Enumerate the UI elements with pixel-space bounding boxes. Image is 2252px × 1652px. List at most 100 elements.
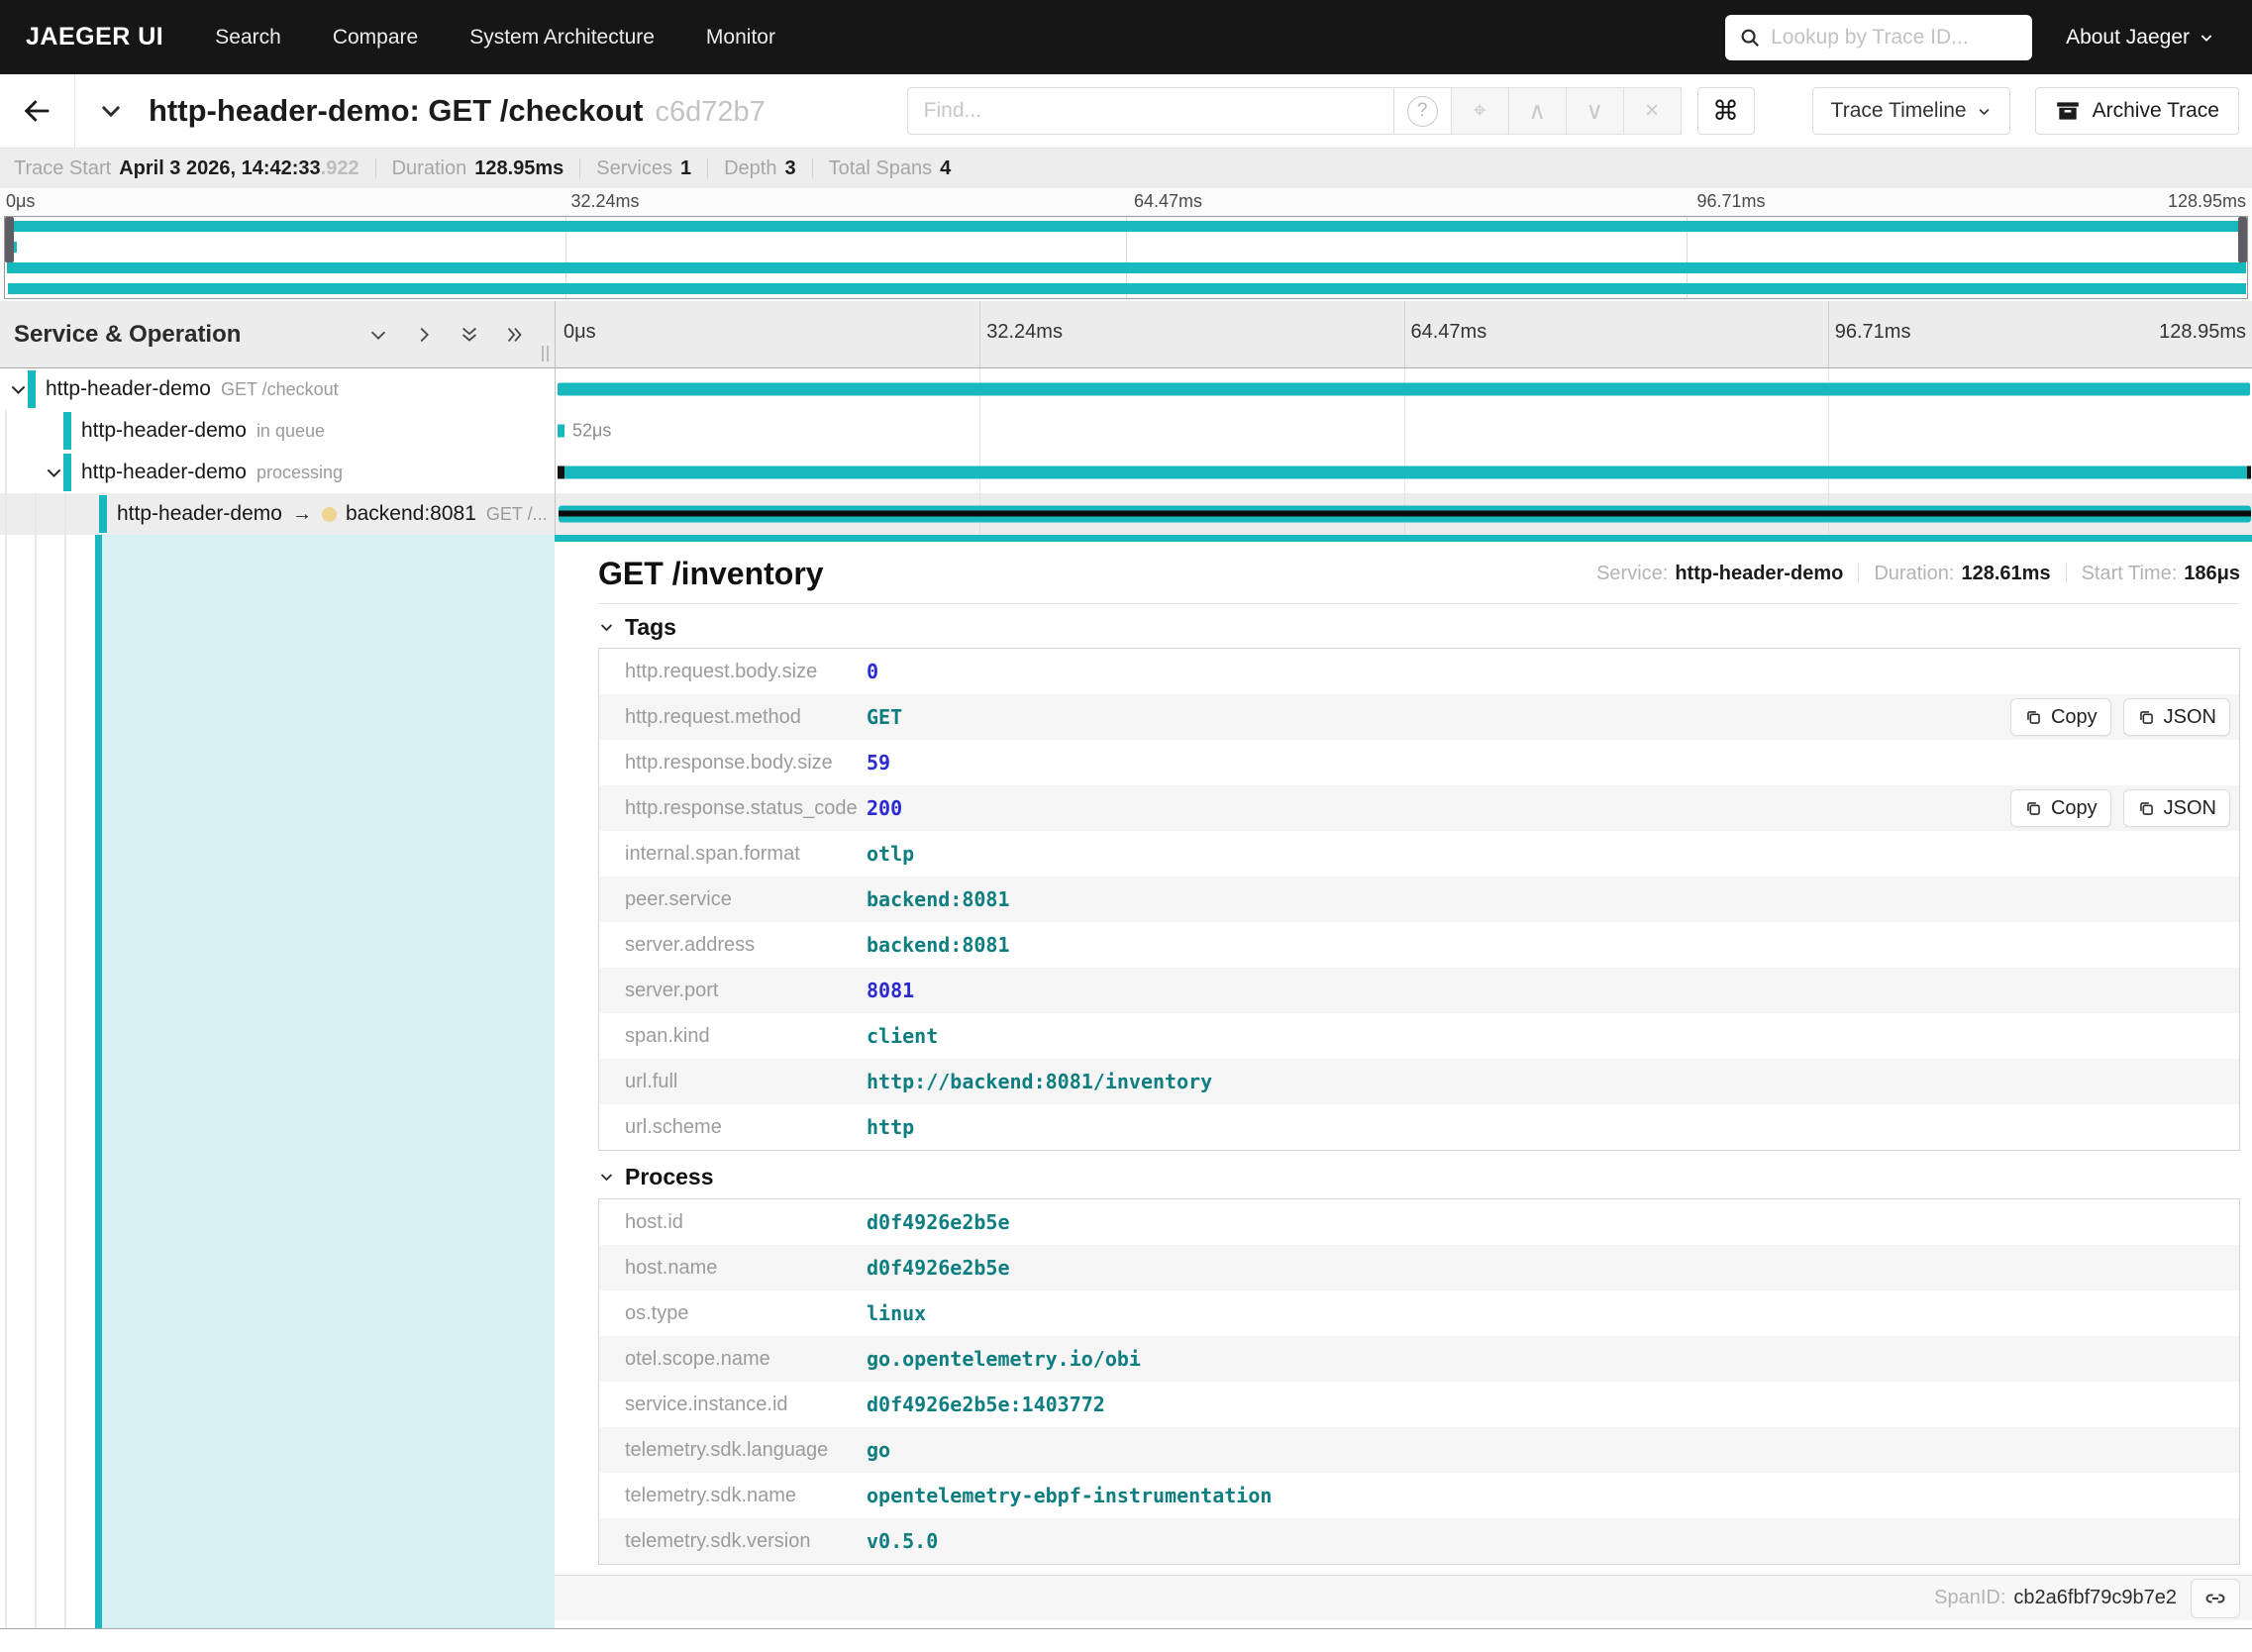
kv-key: url.scheme — [625, 1115, 722, 1138]
minimap-span-bar — [8, 283, 2246, 294]
span-service-name: http-header-demo — [46, 377, 211, 400]
minimap-left-scrubber[interactable] — [5, 217, 14, 262]
kv-key: url.full — [625, 1070, 678, 1092]
chevron-down-icon — [1977, 104, 1992, 119]
kv-key: http.response.status_code — [625, 796, 858, 819]
collapse-all-icon[interactable] — [459, 324, 480, 346]
kv-key: host.name — [625, 1256, 718, 1279]
span-bar[interactable] — [557, 424, 564, 438]
copy-value-button[interactable]: Copy — [2009, 789, 2111, 827]
detail-start-label: Start Time: — [2081, 562, 2178, 584]
minimap-right-scrubber[interactable] — [2238, 217, 2247, 262]
keyboard-shortcuts-button[interactable]: ⌘ — [1696, 87, 1755, 135]
kv-row: span.kind client — [599, 1013, 2239, 1059]
kv-row: server.address backend:8081 — [599, 922, 2239, 968]
trace-id-lookup[interactable] — [1725, 14, 2033, 60]
minimap-canvas[interactable] — [4, 216, 2248, 299]
span-row-in-queue[interactable]: http-header-demo in queue 52μs — [0, 410, 2252, 452]
archive-trace-button[interactable]: Archive Trace — [2034, 87, 2239, 135]
kv-row: host.name d0f4926e2b5e — [599, 1245, 2239, 1291]
process-section-toggle[interactable]: Process — [598, 1161, 2240, 1192]
copy-icon — [2137, 708, 2156, 727]
span-service-name: http-header-demo — [81, 461, 247, 483]
kv-value: client — [867, 1024, 939, 1048]
peer-service-dot — [321, 506, 337, 522]
chevron-down-icon: ∨ — [1586, 97, 1603, 125]
kv-row: service.instance.id d0f4926e2b5e:1403772 — [599, 1382, 2239, 1427]
find-input[interactable] — [906, 87, 1394, 135]
span-row-backend-get[interactable]: http-header-demo → backend:8081 GET /... — [0, 493, 2252, 535]
copy-icon — [2024, 799, 2043, 818]
trace-id-short: c6d72b7 — [655, 96, 766, 128]
kv-row-actions: Copy JSON — [2009, 789, 2230, 827]
trace-view-label: Trace Timeline — [1830, 99, 1967, 122]
span-bar[interactable] — [557, 465, 2252, 479]
span-detail-left-rail — [0, 535, 555, 1628]
minimap-tick: 0μs — [6, 191, 36, 211]
expand-one-icon[interactable] — [413, 324, 435, 346]
next-match-button[interactable]: ∨ — [1566, 87, 1624, 135]
selected-span-bar[interactable] — [558, 505, 2252, 523]
selected-span-highlight-column[interactable] — [102, 535, 555, 1628]
prev-match-button[interactable]: ∧ — [1508, 87, 1567, 135]
span-collapse-icon[interactable] — [44, 463, 64, 483]
help-icon: ? — [1406, 95, 1438, 127]
nav-item-search[interactable]: Search — [215, 26, 281, 50]
kv-key: http.request.method — [625, 705, 801, 728]
archive-trace-label: Archive Trace — [2092, 99, 2219, 122]
minimap-tick: 96.71ms — [1696, 191, 1766, 211]
span-bar[interactable] — [557, 382, 2251, 396]
command-icon: ⌘ — [1712, 95, 1740, 126]
kv-value: backend:8081 — [867, 933, 1010, 957]
kv-key: peer.service — [625, 887, 732, 910]
expand-all-icon[interactable] — [504, 324, 526, 346]
kv-value: d0f4926e2b5e:1403772 — [867, 1393, 1105, 1416]
nav-item-compare[interactable]: Compare — [333, 26, 418, 50]
chevron-down-icon — [2199, 30, 2214, 46]
span-operation-name: GET /... — [485, 503, 548, 524]
kv-value: 59 — [867, 751, 891, 774]
copy-value-button[interactable]: Copy — [2009, 698, 2111, 736]
about-jaeger-menu[interactable]: About Jaeger — [2066, 26, 2214, 50]
axis-tick: 96.71ms — [1834, 321, 1911, 343]
trace-minimap: 0μs 32.24ms 64.47ms 96.71ms 128.95ms — [0, 188, 2252, 301]
kv-key: server.address — [625, 933, 756, 956]
duration-value: 128.95ms — [474, 156, 564, 179]
kv-value: go.opentelemetry.io/obi — [867, 1347, 1141, 1371]
focus-match-button[interactable]: ⌖ — [1451, 87, 1509, 135]
kv-row: telemetry.sdk.version v0.5.0 — [599, 1518, 2239, 1564]
kv-key: service.instance.id — [625, 1393, 788, 1415]
span-collapse-icon[interactable] — [8, 379, 29, 400]
span-detail-panel: GET /inventory Service: http-header-demo… — [555, 535, 2252, 1628]
minimap-span-bar — [7, 262, 2246, 273]
span-peer-name: backend:8081 — [345, 502, 476, 525]
depth-label: Depth — [724, 156, 777, 179]
trace-collapse-toggle[interactable] — [97, 97, 125, 125]
tags-section-toggle[interactable]: Tags — [598, 612, 2240, 642]
nav-item-system-architecture[interactable]: System Architecture — [469, 26, 655, 50]
minimap-span-bar — [7, 221, 2245, 232]
services-value: 1 — [679, 156, 692, 179]
trace-view-select[interactable]: Trace Timeline — [1811, 87, 2010, 135]
kv-row: peer.service backend:8081 — [599, 877, 2239, 922]
collapse-one-icon[interactable] — [367, 324, 389, 346]
kv-key: telemetry.sdk.name — [625, 1484, 797, 1506]
kv-row: http.request.method GET Copy JSON — [599, 694, 2239, 740]
span-operation-name: in queue — [256, 421, 326, 441]
span-row-processing[interactable]: http-header-demo processing — [0, 452, 2252, 493]
find-help-button[interactable]: ? — [1393, 87, 1452, 135]
kv-key: http.response.body.size — [625, 751, 833, 774]
span-service-name: http-header-demo — [81, 419, 247, 442]
back-button[interactable] — [0, 74, 75, 148]
trace-id-lookup-input[interactable] — [1771, 25, 2019, 50]
selected-span-accent-line — [95, 535, 102, 1628]
clear-find-button[interactable]: × — [1623, 87, 1682, 135]
kv-value: go — [867, 1438, 891, 1462]
nav-item-monitor[interactable]: Monitor — [706, 26, 775, 50]
view-json-button[interactable]: JSON — [2122, 698, 2230, 736]
column-resizer-handle[interactable] — [542, 346, 549, 361]
view-json-button[interactable]: JSON — [2122, 789, 2230, 827]
span-row-get-checkout[interactable]: http-header-demo GET /checkout — [0, 368, 2252, 410]
deep-link-button[interactable] — [2191, 1578, 2240, 1618]
detail-duration-label: Duration: — [1874, 562, 1955, 584]
